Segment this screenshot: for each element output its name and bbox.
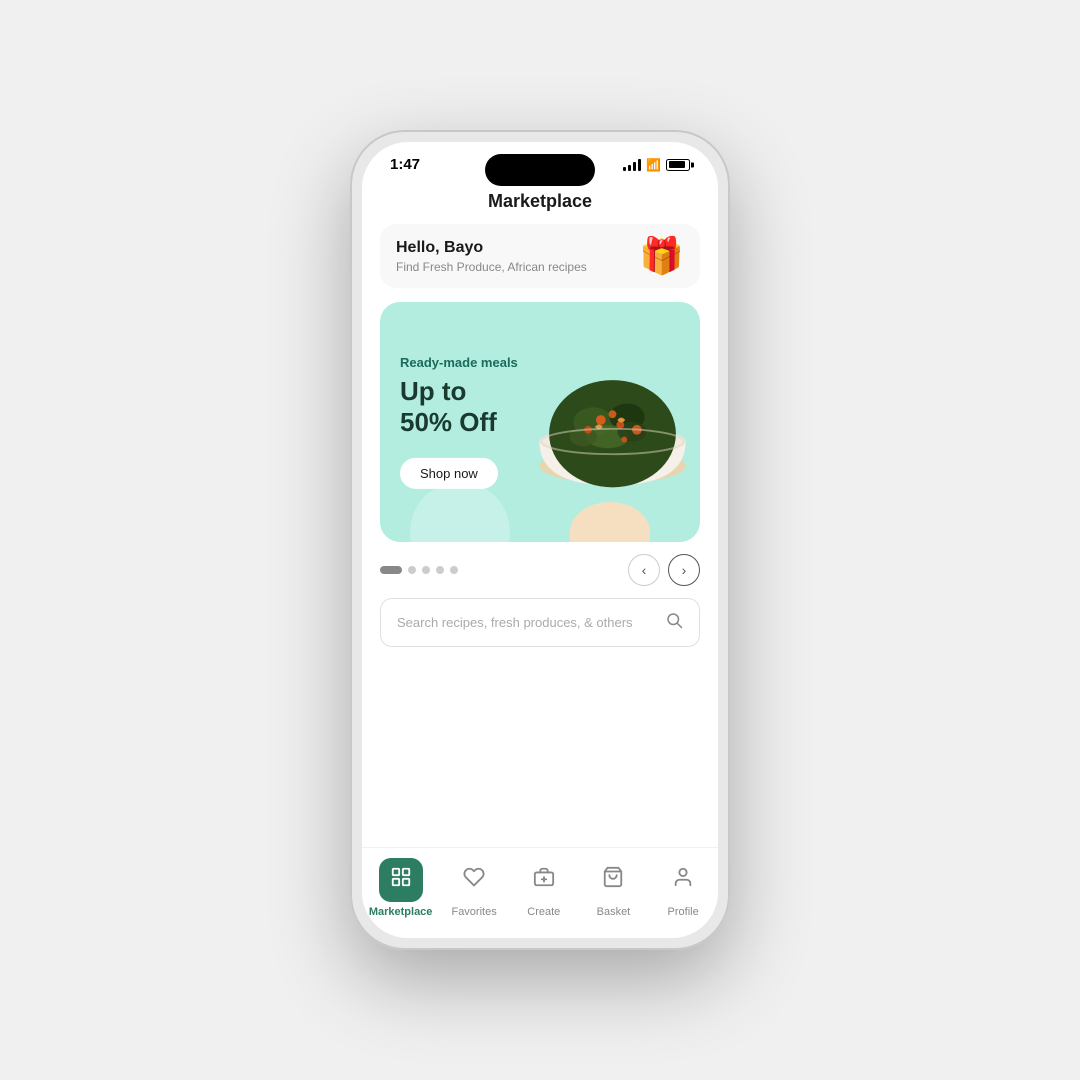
nav-item-favorites[interactable]: Favorites [446,858,502,918]
hello-emoji-icon: 🎁 [639,238,684,274]
status-time: 1:47 [390,156,420,173]
banner-subtitle: Ready-made meals [400,355,518,370]
favorites-label: Favorites [451,906,496,918]
shop-now-button[interactable]: Shop now [400,458,498,489]
basket-label: Basket [597,906,631,918]
dynamic-island [485,154,595,186]
carousel-dots [380,566,458,574]
favorites-icon-wrap [452,858,496,902]
dot-1 [380,566,402,574]
basket-icon [602,866,624,894]
profile-label: Profile [668,906,699,918]
signal-icon [623,159,641,171]
banner-text: Ready-made meals Up to 50% Off Shop now [400,355,518,489]
search-placeholder: Search recipes, fresh produces, & others [397,615,633,630]
create-icon [533,866,555,894]
bottom-nav: Marketplace Favorites [362,847,718,938]
dot-2 [408,566,416,574]
marketplace-label: Marketplace [369,906,433,918]
create-label: Create [527,906,560,918]
marketplace-icon-wrap [379,858,423,902]
page-title: Marketplace [362,181,718,224]
nav-item-profile[interactable]: Profile [655,858,711,918]
phone-screen: 1:47 📶 Marketplace Hel [362,142,718,938]
banner-title: Up to 50% Off [400,376,518,438]
carousel-prev-button[interactable]: ‹ [628,554,660,586]
favorites-icon [463,866,485,894]
carousel-nav: ‹ › [362,542,718,598]
profile-icon [672,866,694,894]
phone-frame: 1:47 📶 Marketplace Hel [350,130,730,950]
nav-item-marketplace[interactable]: Marketplace [369,858,433,918]
carousel-next-button[interactable]: › [668,554,700,586]
hello-card: Hello, Bayo Find Fresh Produce, African … [380,224,700,288]
main-content: Marketplace Hello, Bayo Find Fresh Produ… [362,181,718,847]
dot-4 [436,566,444,574]
search-icon [665,611,683,634]
hello-text: Hello, Bayo Find Fresh Produce, African … [396,239,587,274]
wifi-icon: 📶 [646,158,661,172]
dot-5 [450,566,458,574]
basket-icon-wrap [591,858,635,902]
nav-item-basket[interactable]: Basket [585,858,641,918]
banner-decoration-circle [410,482,510,542]
status-icons: 📶 [623,158,690,172]
profile-icon-wrap [661,858,705,902]
nav-item-create[interactable]: Create [516,858,572,918]
marketplace-icon [390,866,412,894]
dot-3 [422,566,430,574]
promo-banner: Ready-made meals Up to 50% Off Shop now [380,302,700,542]
battery-icon [666,159,690,171]
carousel-arrows: ‹ › [628,554,700,586]
hello-greeting: Hello, Bayo [396,239,587,257]
hello-subtitle: Find Fresh Produce, African recipes [396,260,587,274]
create-icon-wrap [522,858,566,902]
search-bar[interactable]: Search recipes, fresh produces, & others [380,598,700,647]
food-image [515,325,700,520]
